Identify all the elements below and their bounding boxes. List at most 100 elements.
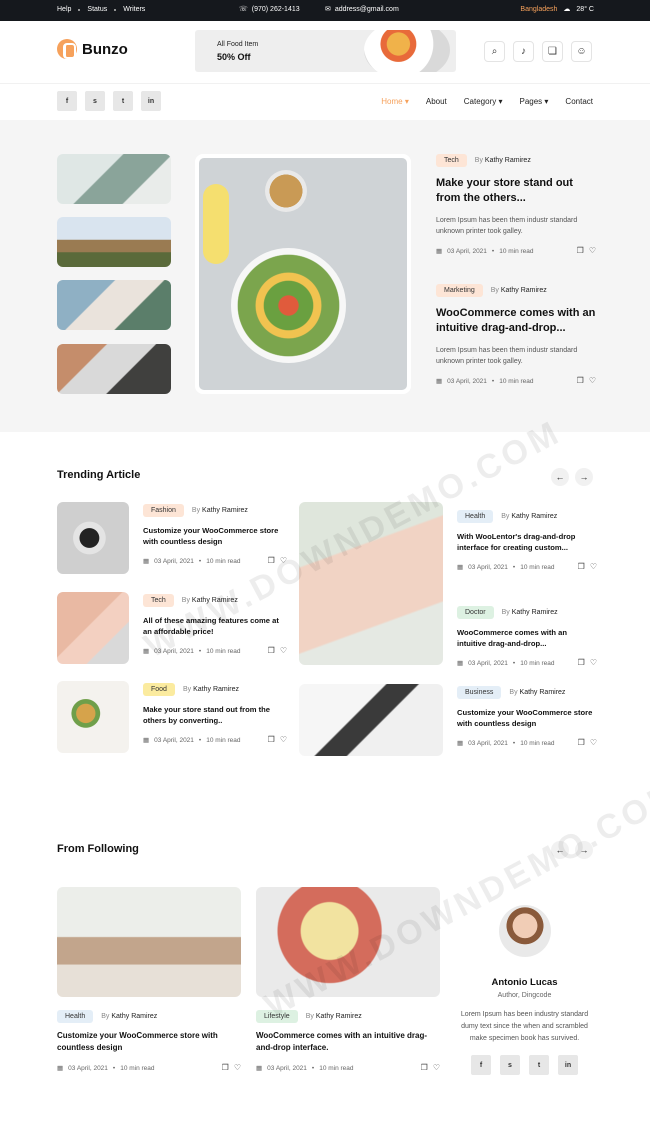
bookmark-icon[interactable]: ❐ [578,738,585,747]
arrow-right-icon[interactable]: → [575,468,593,486]
trending-item[interactable]: Doctor By Kathy Ramirez WooCommerce come… [457,606,597,667]
bookmark-icon[interactable]: ❐ [421,1063,428,1072]
category-tag[interactable]: Health [457,510,494,523]
bookmark-icon[interactable]: ❏ [542,41,563,62]
watch-wrist-image[interactable] [57,592,129,664]
trending-item[interactable]: Business By Kathy Ramirez Customize your… [457,686,597,747]
post-title[interactable]: WooCommerce comes with an intuitive drag… [436,306,596,336]
post-title[interactable]: Make your store stand out from the other… [436,176,596,206]
yoga-woman-image[interactable] [57,887,241,997]
arrow-left-icon[interactable]: ← [551,468,569,486]
bookmark-icon[interactable]: ❐ [577,246,584,255]
site-logo[interactable]: Bunzo [57,39,128,59]
post-title[interactable]: With WooLentor's drag-and-drop interface… [457,531,597,553]
post-title[interactable]: WooCommerce comes with an intuitive drag… [457,627,597,649]
linkedin-icon[interactable]: in [558,1055,578,1075]
heart-icon[interactable]: ♡ [280,735,287,744]
top-link-help[interactable]: Help [57,6,71,13]
heart-icon[interactable]: ♡ [280,556,287,565]
arrow-right-icon[interactable]: → [575,841,593,859]
heart-icon[interactable]: ♡ [433,1063,440,1072]
post-title[interactable]: WooCommerce comes with an intuitive drag… [256,1030,440,1054]
avatar[interactable] [498,905,551,957]
hero-thumb-laptop[interactable] [57,154,171,204]
user-icon[interactable]: ☺ [571,41,592,62]
author-name[interactable]: Kathy Ramirez [501,287,547,294]
menu-about[interactable]: About [426,97,447,106]
heart-icon[interactable]: ♡ [590,562,597,571]
top-link-status[interactable]: Status [87,6,107,13]
author-name[interactable]: Antonio Lucas [457,977,592,988]
menu-home[interactable]: Home ▾ [381,97,409,106]
heart-icon[interactable]: ♡ [234,1063,241,1072]
category-tag[interactable]: Business [457,686,502,699]
author-name[interactable]: Kathy Ramirez [111,1013,157,1020]
bookmark-icon[interactable]: ❐ [268,735,275,744]
trending-item[interactable]: Tech By Kathy Ramirez All of these amazi… [57,592,287,664]
bookmark-icon[interactable]: ❐ [268,556,275,565]
linkedin-icon[interactable]: in [141,91,161,111]
category-tag[interactable]: Fashion [143,504,184,517]
hero-thumb-watch[interactable] [57,344,171,394]
post-title[interactable]: Make your store stand out from the other… [143,704,287,726]
heart-icon[interactable]: ♡ [590,658,597,667]
author-name[interactable]: Kathy Ramirez [485,157,531,164]
author-name[interactable]: Kathy Ramirez [192,597,238,604]
following-card[interactable]: Lifestyle By Kathy Ramirez WooCommerce c… [256,887,440,1072]
hero-main-image[interactable] [195,154,411,394]
heart-icon[interactable]: ♡ [589,376,596,385]
bookmark-icon[interactable]: ❐ [577,376,584,385]
girl-flowers-image[interactable] [256,887,440,997]
bookmark-icon[interactable]: ❐ [222,1063,229,1072]
post-title[interactable]: All of these amazing features come at an… [143,615,287,637]
facebook-icon[interactable]: f [471,1055,491,1075]
promo-banner[interactable]: All Food Item 50% Off [195,30,456,72]
following-card[interactable]: Health By Kathy Ramirez Customize your W… [57,887,241,1072]
hero-post[interactable]: Tech By Kathy Ramirez Make your store st… [436,154,596,255]
arrow-left-icon[interactable]: ← [551,841,569,859]
facebook-icon[interactable]: f [57,91,77,111]
smartwatch-image[interactable] [57,502,129,574]
top-link-writers[interactable]: Writers [123,6,145,13]
post-title[interactable]: Customize your WooCommerce store with co… [143,525,287,547]
top-phone[interactable]: ☏ (970) 262-1413 [239,5,300,14]
heart-icon[interactable]: ♡ [589,246,596,255]
skype-icon[interactable]: s [500,1055,520,1075]
post-title[interactable]: Customize your WooCommerce store with co… [57,1030,241,1054]
author-name[interactable]: Kathy Ramirez [511,513,557,520]
category-tag[interactable]: Tech [143,594,174,607]
trending-item[interactable]: Health By Kathy Ramirez With WooLentor's… [457,510,597,571]
menu-pages[interactable]: Pages ▾ [519,97,548,106]
skincare-hands-image[interactable] [299,502,443,665]
author-name[interactable]: Kathy Ramirez [520,689,566,696]
category-tag[interactable]: Lifestyle [256,1010,298,1023]
woman-laptop-image[interactable] [299,684,443,756]
heart-icon[interactable]: ♡ [590,738,597,747]
search-icon[interactable]: ⌕ [484,41,505,62]
food-bowl-image[interactable] [57,681,129,753]
author-name[interactable]: Kathy Ramirez [193,686,239,693]
category-tag[interactable]: Health [57,1010,94,1023]
author-name[interactable]: Kathy Ramirez [512,609,558,616]
top-email[interactable]: ✉ address@gmail.com [325,5,399,14]
hero-thumb-doctor[interactable] [57,280,171,330]
category-tag[interactable]: Tech [436,154,467,167]
twitter-icon[interactable]: t [529,1055,549,1075]
hero-thumb-hikers[interactable] [57,217,171,267]
author-name[interactable]: Kathy Ramirez [316,1013,362,1020]
menu-category[interactable]: Category ▾ [464,97,503,106]
trending-item[interactable]: Fashion By Kathy Ramirez Customize your … [57,502,287,574]
category-tag[interactable]: Food [143,683,175,696]
hero-post[interactable]: Marketing By Kathy Ramirez WooCommerce c… [436,284,596,385]
bookmark-icon[interactable]: ❐ [578,658,585,667]
skype-icon[interactable]: s [85,91,105,111]
category-tag[interactable]: Marketing [436,284,483,297]
category-tag[interactable]: Doctor [457,606,494,619]
bell-icon[interactable]: ♪ [513,41,534,62]
twitter-icon[interactable]: t [113,91,133,111]
menu-contact[interactable]: Contact [565,97,593,106]
bookmark-icon[interactable]: ❐ [268,646,275,655]
trending-item[interactable]: Food By Kathy Ramirez Make your store st… [57,681,287,753]
bookmark-icon[interactable]: ❐ [578,562,585,571]
heart-icon[interactable]: ♡ [280,646,287,655]
